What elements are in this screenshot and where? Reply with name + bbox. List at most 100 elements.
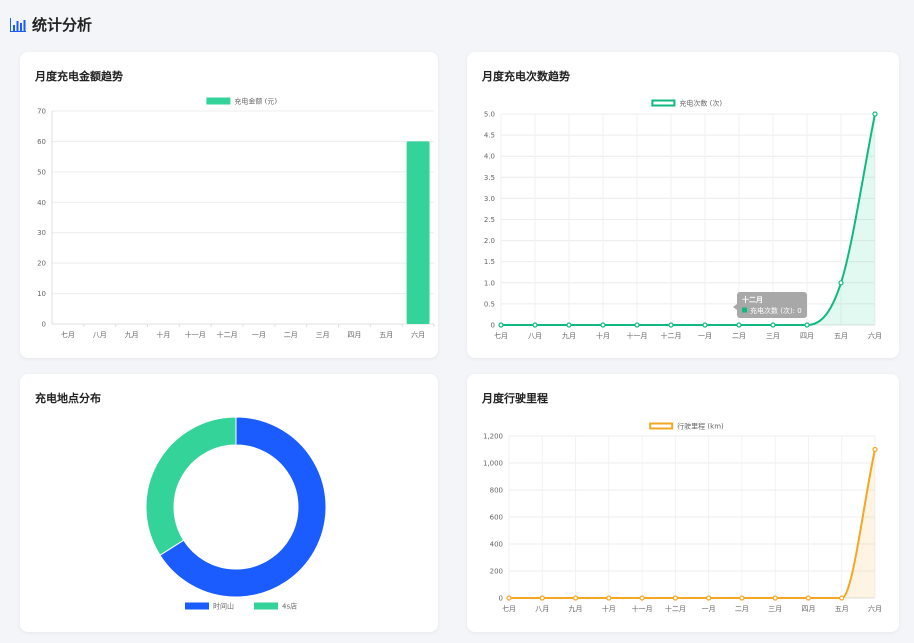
x-tick-label: 二月: [732, 332, 746, 340]
y-tick-label: 4.5: [484, 132, 495, 140]
slice-4s店[interactable]: [145, 416, 237, 556]
point-十月[interactable]: [606, 595, 612, 601]
amount-chart-card: 月度充电金额趋势 充电金额 (元) 0 10 20 30 40 50 60 70 七月 八月 九月 十月…: [20, 52, 438, 358]
tooltip-label: 充电次数 (次): 0: [750, 306, 802, 315]
x-tick-label: 十一月: [627, 331, 648, 340]
location-legend-4s店[interactable]: 4s店: [254, 602, 297, 611]
x-tick-label: 六月: [868, 604, 882, 613]
x-tick-label: 十二月: [661, 331, 682, 340]
count-legend[interactable]: 充电次数 (次): [651, 99, 722, 108]
y-tick-label: 2.0: [484, 237, 495, 245]
x-tick-label: 三月: [768, 605, 782, 613]
x-tick-label: 一月: [702, 605, 716, 613]
amount-legend[interactable]: 充电金额 (元): [206, 97, 277, 106]
count-chart-card: 月度充电次数趋势 充电次数 (次) 0 0.5 1.0 1.5 2.0 2.5 3.0 3.5 4…: [467, 52, 899, 358]
y-tick-label: 50: [37, 168, 46, 176]
point-十月[interactable]: [600, 322, 606, 328]
y-tick-label: 5.0: [484, 111, 495, 119]
point-十一月[interactable]: [639, 595, 645, 601]
count-tooltip: 十二月充电次数 (次): 0: [733, 292, 807, 318]
x-tick-label: 十一月: [185, 330, 206, 339]
point-六月[interactable]: [872, 446, 878, 453]
point-十二月[interactable]: [668, 322, 674, 328]
count-line-chart[interactable]: 充电次数 (次) 0 0.5 1.0 1.5 2.0 2.5 3.0 3.5 4.0 4.5 5.0 七…: [467, 52, 899, 358]
x-tick-label: 九月: [562, 331, 576, 340]
x-tick-label: 七月: [61, 330, 75, 339]
point-四月[interactable]: [805, 595, 812, 601]
point-二月[interactable]: [736, 322, 742, 328]
legend-label: 4s店: [282, 602, 297, 611]
mileage-legend[interactable]: 行驶里程 (km): [649, 422, 724, 431]
x-tick-label: 十二月: [665, 604, 686, 613]
tooltip-title: 十二月: [742, 295, 763, 304]
point-一月[interactable]: [706, 595, 712, 601]
point-三月[interactable]: [772, 595, 778, 601]
location-legend-时间山[interactable]: 时间山: [185, 602, 234, 611]
y-tick-label: 0: [499, 595, 503, 603]
point-五月[interactable]: [839, 595, 845, 601]
point-八月[interactable]: [539, 595, 545, 601]
x-tick-label: 二月: [284, 331, 298, 339]
point-九月[interactable]: [566, 322, 572, 328]
point-七月[interactable]: [506, 595, 512, 601]
tooltip-caret: [733, 304, 737, 310]
amount-bar-chart[interactable]: 充电金额 (元) 0 10 20 30 40 50 60 70 七月 八月 九月 十月 十一月 十二月 一月 二…: [20, 52, 438, 358]
point-六月[interactable]: [872, 111, 878, 117]
y-tick-label: 20: [37, 260, 46, 268]
x-tick-label: 十月: [596, 331, 610, 340]
bar-六月[interactable]: [406, 141, 430, 324]
y-tick-label: 10: [37, 290, 46, 298]
amount-legend-label: 充电金额 (元): [234, 97, 277, 106]
y-tick-label: 60: [37, 138, 46, 146]
x-tick-label: 三月: [316, 331, 330, 339]
x-tick-label: 五月: [834, 332, 848, 340]
x-tick-label: 四月: [800, 332, 814, 340]
point-三月[interactable]: [770, 322, 776, 328]
y-tick-label: 800: [490, 487, 503, 495]
y-tick-label: 70: [37, 108, 46, 116]
point-七月[interactable]: [498, 322, 504, 328]
x-tick-label: 一月: [698, 332, 712, 340]
point-八月[interactable]: [532, 322, 538, 328]
x-tick-label: 八月: [93, 331, 107, 339]
y-tick-label: 0.5: [484, 300, 495, 308]
x-tick-label: 五月: [835, 605, 849, 613]
point-九月[interactable]: [572, 595, 579, 601]
point-二月[interactable]: [739, 595, 745, 601]
y-tick-label: 600: [490, 514, 503, 522]
legend-label: 时间山: [213, 602, 234, 611]
x-tick-label: 七月: [502, 604, 516, 613]
mileage-line-chart[interactable]: 行驶里程 (km) 0 200 400 600 800 1,000 1,200 七月 八月 九月 十月…: [467, 374, 899, 632]
y-tick-label: 400: [490, 541, 503, 549]
page-header: 统计分析: [10, 14, 92, 35]
x-tick-label: 七月: [494, 331, 508, 340]
x-tick-label: 五月: [379, 331, 393, 339]
y-tick-label: 40: [37, 199, 46, 207]
x-tick-label: 十一月: [632, 604, 653, 613]
y-tick-label: 1.5: [484, 258, 495, 266]
x-tick-label: 十月: [156, 330, 170, 339]
legend-swatch: [254, 602, 278, 610]
point-五月[interactable]: [838, 280, 844, 286]
bar-chart-icon: [10, 17, 26, 32]
x-tick-label: 十月: [602, 604, 616, 613]
count-legend-label: 充电次数 (次): [679, 99, 722, 108]
point-四月[interactable]: [804, 322, 810, 328]
x-tick-label: 一月: [252, 331, 266, 339]
x-tick-label: 六月: [411, 330, 425, 339]
x-tick-label: 三月: [766, 332, 780, 340]
x-tick-label: 八月: [528, 332, 542, 340]
x-tick-label: 九月: [125, 330, 139, 339]
location-chart-card: 充电地点分布 时间山 4s店: [20, 374, 438, 632]
location-donut-chart[interactable]: 时间山 4s店: [20, 374, 438, 632]
x-tick-label: 八月: [535, 605, 549, 613]
y-tick-label: 0: [42, 321, 46, 329]
point-十二月[interactable]: [672, 595, 678, 601]
y-tick-label: 3.5: [484, 174, 495, 182]
y-tick-label: 0: [491, 322, 495, 330]
point-十一月[interactable]: [634, 322, 640, 328]
x-tick-label: 四月: [801, 605, 815, 613]
y-tick-label: 4.0: [484, 153, 495, 161]
point-一月[interactable]: [702, 322, 708, 328]
x-tick-label: 九月: [569, 604, 583, 613]
